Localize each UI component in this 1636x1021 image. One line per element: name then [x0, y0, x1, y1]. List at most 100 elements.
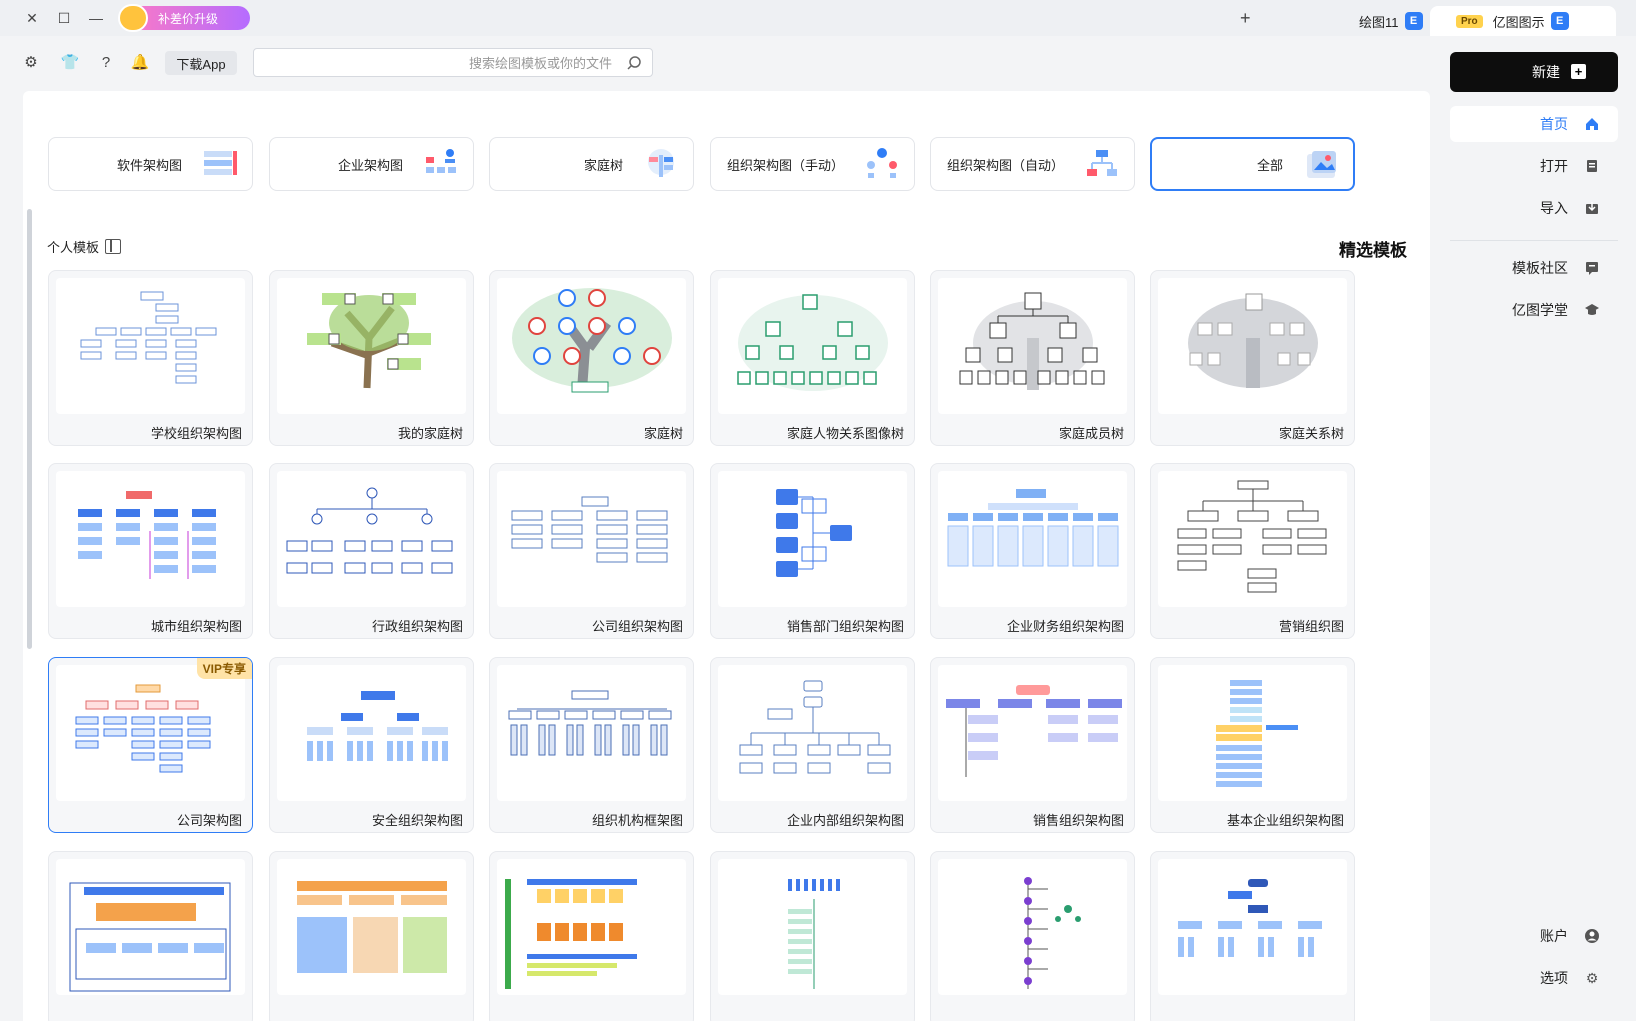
category-org-auto[interactable]: 组织架构图（自动） — [930, 137, 1135, 191]
home-icon — [1584, 116, 1600, 132]
sidebar-item-academy[interactable]: 亿图学堂 — [1450, 292, 1618, 328]
sidebar-item-home[interactable]: 首页 — [1450, 106, 1618, 142]
all-templates-icon — [1307, 151, 1336, 178]
vertical-scrollbar[interactable] — [27, 209, 32, 649]
close-window-icon[interactable]: ✕ — [20, 6, 44, 30]
new-button-label: 新建 — [1532, 64, 1560, 80]
upgrade-promo-button[interactable]: 补差价升级 — [118, 4, 250, 32]
sidebar-item-label: 选项 — [1540, 970, 1568, 986]
category-enterprise[interactable]: 企业架构图 — [269, 137, 474, 191]
template-card[interactable]: 城市组织架构图 — [48, 463, 253, 639]
new-tab-icon[interactable]: + — [1240, 8, 1251, 29]
template-title: 销售组织架构图 — [1032, 813, 1124, 828]
template-title: 企业财务组织架构图 — [1006, 619, 1124, 634]
template-title: 家庭树 — [643, 426, 683, 441]
open-icon — [1584, 158, 1600, 174]
sidebar-item-label: 亿图学堂 — [1512, 302, 1568, 318]
template-thumbnail — [56, 278, 245, 414]
template-thumbnail — [56, 665, 245, 801]
template-card[interactable] — [1150, 851, 1355, 1021]
template-title: 组织机构框架图 — [591, 813, 683, 828]
template-title: 安全组织架构图 — [371, 813, 463, 828]
template-card[interactable] — [269, 851, 474, 1021]
minimize-window-icon[interactable]: — — [84, 6, 108, 30]
template-card[interactable]: 行政组织架构图 — [269, 463, 474, 639]
tab-home-label: 亿图图示 — [1492, 14, 1545, 30]
template-card[interactable]: 我的家庭树 — [269, 270, 474, 446]
template-thumbnail — [718, 665, 907, 801]
bell-icon[interactable]: 🔔 — [130, 52, 150, 72]
personal-templates-link[interactable]: 个人模板 — [47, 237, 122, 256]
sidebar-item-open[interactable]: 打开 — [1450, 148, 1618, 184]
sidebar-item-options[interactable]: 选项 ⚙ — [1450, 960, 1618, 996]
template-card[interactable]: 学校组织架构图 — [48, 270, 253, 446]
help-icon[interactable]: ? — [96, 52, 116, 72]
maximize-window-icon[interactable]: ☐ — [52, 6, 76, 30]
tab-document[interactable]: 绘图11 E — [1345, 6, 1435, 36]
sidebar-item-label: 导入 — [1540, 200, 1568, 216]
search-icon — [626, 55, 642, 71]
category-label: 组织架构图（自动） — [946, 157, 1064, 173]
template-card[interactable]: 基本企业组织架构图 — [1150, 657, 1355, 833]
category-family-tree[interactable]: 家庭树 — [489, 137, 694, 191]
template-title: 行政组织架构图 — [371, 619, 463, 634]
template-title: 学校组织架构图 — [150, 426, 242, 441]
category-all[interactable]: 全部 — [1150, 137, 1355, 191]
skin-icon[interactable]: 👕 — [60, 52, 80, 72]
sidebar-item-import[interactable]: 导入 — [1450, 190, 1618, 226]
download-app-button[interactable]: 下载App — [165, 51, 237, 75]
section-title: 精选模板 — [1339, 241, 1407, 260]
template-thumbnail — [277, 278, 466, 414]
template-thumbnail — [1158, 859, 1347, 995]
tab-home[interactable]: Pro 亿图图示 E — [1430, 6, 1616, 36]
settings-gear-icon[interactable]: ⚙ — [21, 52, 41, 72]
template-card[interactable]: 家庭树 — [489, 270, 694, 446]
template-title: 基本企业组织架构图 — [1226, 813, 1344, 828]
template-thumbnail — [718, 859, 907, 995]
template-thumbnail — [1158, 278, 1347, 414]
pro-badge: Pro — [1456, 14, 1483, 28]
template-card[interactable] — [710, 851, 915, 1021]
sidebar-divider — [1450, 240, 1618, 241]
new-button[interactable]: 新建 + — [1450, 52, 1618, 92]
template-title: 城市组织架构图 — [150, 619, 242, 634]
template-title: 销售部门组织架构图 — [786, 619, 904, 634]
title-bar: ✕ ☐ — 补差价升级 + 绘图11 E Pro 亿图图示 E — [0, 0, 1636, 36]
category-org-manual[interactable]: 组织架构图（手动） — [710, 137, 915, 191]
personal-templates-label: 个人模板 — [47, 240, 100, 255]
template-card[interactable]: 家庭关系树 — [1150, 270, 1355, 446]
sidebar-item-community[interactable]: 模板社区 — [1450, 250, 1618, 286]
template-card[interactable]: 企业财务组织架构图 — [930, 463, 1135, 639]
template-card[interactable]: VIP专享 公司架构图 — [48, 657, 253, 833]
template-title: 公司组织架构图 — [591, 619, 683, 634]
promo-label: 补差价升级 — [158, 11, 219, 26]
template-card[interactable]: 组织机构框架图 — [489, 657, 694, 833]
promo-mascot-icon — [118, 4, 148, 32]
template-card[interactable] — [48, 851, 253, 1021]
template-card[interactable] — [489, 851, 694, 1021]
template-card[interactable]: 营销组织图 — [1150, 463, 1355, 639]
template-card[interactable]: 企业内部组织架构图 — [710, 657, 915, 833]
document-icon: E — [1404, 12, 1423, 30]
template-thumbnail — [56, 471, 245, 607]
sidebar-item-account[interactable]: 账户 — [1450, 918, 1618, 954]
template-card[interactable] — [930, 851, 1135, 1021]
template-thumbnail — [497, 665, 686, 801]
enterprise-icon — [426, 149, 456, 173]
search-input[interactable] — [262, 52, 612, 74]
template-card[interactable]: 销售组织架构图 — [930, 657, 1135, 833]
template-card[interactable]: 家庭人物关系图像树 — [710, 270, 915, 446]
template-card[interactable]: 销售部门组织架构图 — [710, 463, 915, 639]
template-card[interactable]: 公司组织架构图 — [489, 463, 694, 639]
category-label: 企业架构图 — [337, 157, 403, 173]
search-box[interactable] — [253, 48, 653, 77]
template-thumbnail — [497, 471, 686, 607]
template-card[interactable]: 安全组织架构图 — [269, 657, 474, 833]
template-thumbnail — [1158, 665, 1347, 801]
plus-icon: + — [1571, 64, 1586, 79]
category-software[interactable]: 软件架构图 — [48, 137, 253, 191]
sidebar-item-label: 账户 — [1540, 928, 1568, 944]
template-thumbnail — [497, 859, 686, 995]
right-sidebar: 新建 + 首页 打开 导入 模板社区 亿图学堂 账户 选项 ⚙ — [1430, 36, 1636, 1021]
template-card[interactable]: 家庭成员树 — [930, 270, 1135, 446]
